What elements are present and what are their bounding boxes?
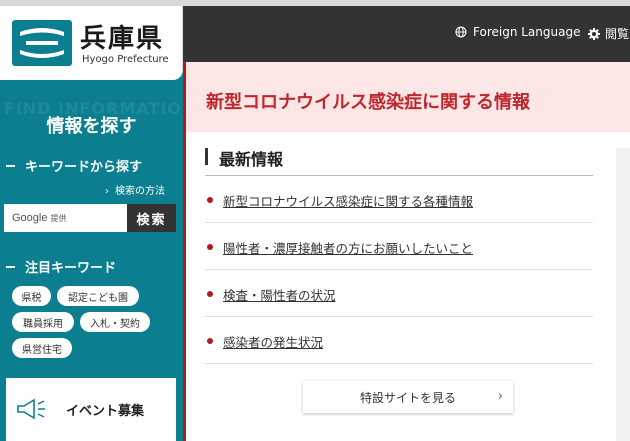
list-item: 検査・陽性者の状況 [205,270,593,317]
logo-title: 兵庫県 [80,24,165,54]
globe-icon [455,26,467,38]
site-logo[interactable]: 兵庫県 Hyogo Prefecture [0,6,183,80]
event-recruitment-button[interactable]: イベント募集 [6,378,176,441]
chevron-right-icon: › [497,389,503,404]
sidebar: 兵庫県 Hyogo Prefecture FIND INFORMATION 情報… [0,6,195,441]
attention-keywords-heading: 注目キーワード [6,257,116,276]
banner-title: 新型コロナウイルス感染症に関する情報 [206,92,530,113]
google-logo: Google [12,212,48,224]
news-link[interactable]: 陽性者・濃厚接触者の方にお願いしたいこと [223,238,473,257]
list-item: 新型コロナウイルス感染症に関する各種情報 [205,176,593,223]
special-site-button[interactable]: 特設サイトを見る › [303,381,513,413]
bullet-icon [207,291,213,297]
search-how-link[interactable]: › 検索の方法 [105,182,165,197]
hyogo-emblem-icon [12,20,72,66]
top-navigation-bar: Foreign Language 閲覧 [183,6,630,62]
foreign-language-link[interactable]: Foreign Language [455,25,580,39]
gear-icon [588,27,600,40]
bullet-icon [207,197,213,203]
list-item: 陽性者・濃厚接触者の方にお願いしたいこと [205,223,593,270]
latest-news-heading-label: 最新情報 [219,150,284,169]
bullet-icon [207,244,213,250]
search-input[interactable]: Google 提供 [4,204,127,232]
covid-banner: 新型コロナウイルス感染症に関する情報 [186,62,630,132]
event-recruitment-label: イベント募集 [66,404,145,419]
tag-certified-kindergarten[interactable]: 認定こども園 [57,286,139,306]
chevron-right-icon: › [105,186,109,197]
search-button[interactable]: 検索 [127,204,176,232]
viewing-assist-label: 閲覧 [605,27,630,41]
google-provided-label: 提供 [50,213,67,223]
foreign-language-label: Foreign Language [473,25,581,39]
viewing-assist-link[interactable]: 閲覧 [588,25,629,42]
dash-icon [6,265,15,268]
logo-subtitle: Hyogo Prefecture [82,54,169,65]
keyword-search-heading-label: キーワードから探す [25,160,143,175]
megaphone-icon [17,398,45,420]
news-link[interactable]: 新型コロナウイルス感染症に関する各種情報 [223,191,473,210]
bullet-icon [207,338,213,344]
tag-prefectural-housing[interactable]: 県営住宅 [12,338,72,358]
special-site-label: 特設サイトを見る [359,390,456,405]
list-item: 感染者の発生状況 [205,317,593,364]
tag-bidding-contracts[interactable]: 入札・契約 [80,312,150,332]
tag-staff-recruitment[interactable]: 職員採用 [12,312,74,332]
news-link[interactable]: 検査・陽性者の状況 [223,285,336,304]
dash-icon [6,164,15,167]
tag-prefectural-tax[interactable]: 県税 [12,286,51,306]
right-side-panel [616,148,630,441]
attention-keywords-heading-label: 注目キーワード [25,261,117,276]
search-how-label: 検索の方法 [115,186,165,197]
news-link[interactable]: 感染者の発生状況 [223,332,323,351]
sidebar-title: 情報を探す [46,116,137,137]
latest-news-heading: 最新情報 [205,146,593,176]
keyword-search-heading: キーワードから探す [6,156,142,175]
heading-bar [205,148,208,165]
